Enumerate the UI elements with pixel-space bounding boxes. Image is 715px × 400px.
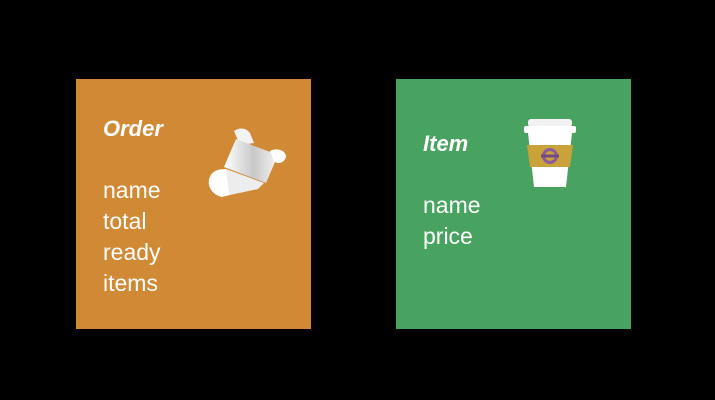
item-card: Item name price — [396, 79, 631, 329]
coffee-cup-icon — [524, 119, 576, 187]
order-field: items — [103, 270, 158, 296]
order-field: ready — [103, 239, 161, 265]
item-field: price — [423, 223, 473, 249]
receipt-icon — [208, 128, 286, 197]
item-card-title: Item — [423, 131, 469, 156]
order-field-list: name total ready items — [103, 175, 161, 299]
order-field: name — [103, 177, 161, 203]
diagram-canvas: Order name total ready items Item name p… — [0, 0, 715, 400]
order-card-title: Order — [103, 116, 163, 141]
order-field: total — [103, 208, 147, 234]
order-card: Order name total ready items — [76, 79, 311, 329]
item-field: name — [423, 192, 481, 218]
item-field-list: name price — [423, 190, 481, 252]
